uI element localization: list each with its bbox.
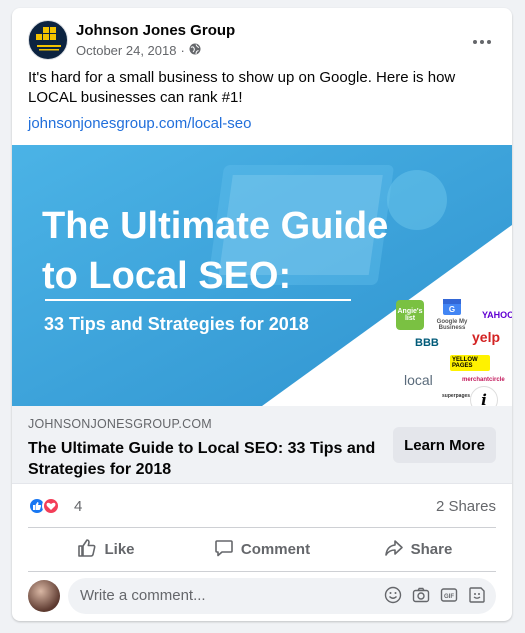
author-name[interactable]: Johnson Jones Group bbox=[76, 22, 235, 39]
link-title[interactable]: The Ultimate Guide to Local SEO: 33 Tips… bbox=[28, 438, 383, 480]
more-options-button[interactable] bbox=[464, 22, 500, 58]
comment-composer: Write a comment... GIF bbox=[28, 578, 496, 614]
local-logo: local bbox=[404, 372, 433, 388]
comment-input[interactable]: Write a comment... GIF bbox=[68, 578, 496, 614]
user-avatar[interactable] bbox=[28, 580, 60, 612]
yellow-pages-logo: YELLOW PAGES bbox=[450, 355, 490, 371]
comment-label: Comment bbox=[240, 541, 311, 558]
action-bar: Like Comment Share bbox=[28, 528, 496, 572]
yelp-logo: yelp bbox=[472, 329, 501, 345]
like-button[interactable]: Like bbox=[28, 528, 184, 571]
thumbs-up-icon bbox=[77, 538, 97, 562]
merchantcircle-logo: merchantcircle bbox=[462, 377, 505, 383]
like-label: Like bbox=[104, 541, 135, 558]
comment-placeholder: Write a comment... bbox=[80, 587, 206, 604]
link-domain: JOHNSONJONESGROUP.COM bbox=[28, 417, 212, 431]
share-button[interactable]: Share bbox=[340, 528, 496, 571]
post-card: Johnson Jones Group October 24, 2018 · I… bbox=[12, 8, 512, 621]
google-my-business-logo: G Google My Business bbox=[434, 297, 470, 331]
comment-button[interactable]: Comment bbox=[184, 528, 340, 571]
info-button[interactable]: i bbox=[470, 386, 498, 406]
reactions-bar: 4 2 Shares bbox=[28, 484, 496, 528]
post-link[interactable]: johnsonjonesgroup.com/local-seo bbox=[28, 115, 251, 132]
emoji-icon[interactable] bbox=[384, 586, 402, 604]
post-text: It's hard for a small business to show u… bbox=[28, 69, 456, 106]
love-reaction-icon bbox=[42, 497, 60, 515]
svg-text:GIF: GIF bbox=[444, 594, 454, 600]
date-separator: · bbox=[180, 43, 185, 58]
yahoo-logo: YAHOO! bbox=[482, 310, 512, 320]
sticker-icon[interactable] bbox=[468, 586, 486, 604]
hero-title: The Ultimate Guide to Local SEO: bbox=[42, 205, 389, 297]
svg-text:G: G bbox=[449, 305, 455, 314]
camera-icon[interactable] bbox=[412, 586, 430, 604]
post-date[interactable]: October 24, 2018 bbox=[76, 43, 176, 58]
share-label: Share bbox=[410, 541, 453, 558]
post-meta: October 24, 2018 · bbox=[76, 43, 201, 58]
more-icon bbox=[473, 31, 491, 49]
reaction-count[interactable]: 4 bbox=[74, 498, 82, 515]
post-header: Johnson Jones Group October 24, 2018 · bbox=[28, 20, 496, 60]
link-preview-image[interactable]: The Ultimate Guide to Local SEO: 33 Tips… bbox=[12, 145, 512, 406]
shares-count[interactable]: 2 Shares bbox=[436, 498, 496, 515]
bbb-logo: BBB bbox=[415, 337, 439, 349]
google-my-business-label: Google My Business bbox=[436, 319, 468, 331]
comment-tools: GIF bbox=[384, 586, 486, 604]
page-avatar[interactable] bbox=[28, 20, 68, 60]
globe-icon[interactable] bbox=[189, 43, 201, 58]
comment-icon bbox=[214, 538, 234, 562]
learn-more-button[interactable]: Learn More bbox=[393, 427, 496, 463]
share-icon bbox=[384, 538, 404, 562]
hero-divider bbox=[45, 299, 351, 301]
reaction-icons[interactable] bbox=[28, 497, 60, 515]
angies-list-logo: Angie's list bbox=[396, 300, 424, 330]
hero-subtitle: 33 Tips and Strategies for 2018 bbox=[44, 314, 309, 334]
link-preview-meta[interactable]: JOHNSONJONESGROUP.COM The Ultimate Guide… bbox=[12, 406, 512, 484]
gif-icon[interactable]: GIF bbox=[440, 586, 458, 604]
